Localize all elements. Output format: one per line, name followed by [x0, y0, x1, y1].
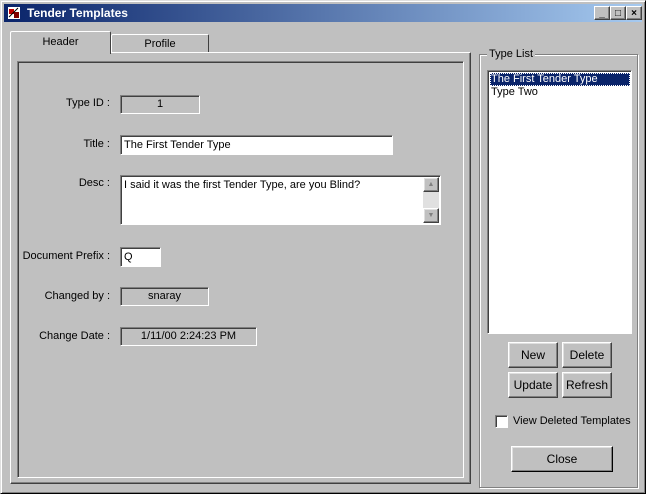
header-panel [17, 61, 464, 478]
type-id-label: Type ID : [65, 97, 110, 109]
tab-profile-label: Profile [144, 38, 176, 50]
tab-header-label: Header [42, 36, 79, 48]
title-label: Title : [83, 138, 111, 150]
tender-templates-window: Tender Templates _ □ × Header Profile Ty… [0, 0, 646, 494]
scroll-up-icon[interactable]: ▲ [423, 177, 439, 192]
list-item[interactable]: Type Two [490, 86, 630, 99]
tab-profile[interactable]: Profile [111, 34, 209, 52]
list-item[interactable]: The First Tender Type [490, 73, 630, 86]
maximize-icon: □ [614, 8, 622, 19]
close-window-button[interactable]: × [626, 6, 642, 20]
delete-button[interactable]: Delete [562, 342, 612, 368]
type-id-field: 1 [120, 95, 200, 114]
app-icon [7, 6, 21, 20]
change-date-field: 1/11/00 2:24:23 PM [120, 327, 257, 346]
minimize-button[interactable]: _ [594, 6, 610, 20]
desc-label: Desc : [78, 177, 110, 189]
type-list-label: Type List [487, 48, 536, 60]
refresh-button[interactable]: Refresh [562, 372, 612, 398]
minimize-icon: _ [599, 8, 605, 19]
view-deleted-checkbox[interactable] [495, 415, 508, 428]
document-prefix-label: Document Prefix : [22, 250, 110, 262]
scroll-down-icon[interactable]: ▼ [423, 208, 439, 223]
window-title: Tender Templates [27, 6, 128, 20]
desc-textarea[interactable]: I said it was the first Tender Type, are… [120, 175, 441, 225]
view-deleted-label[interactable]: View Deleted Templates [513, 415, 631, 427]
desc-scrollbar[interactable]: ▲ ▼ [423, 177, 439, 223]
maximize-button[interactable]: □ [610, 6, 626, 20]
desc-text: I said it was the first Tender Type, are… [124, 179, 361, 191]
close-icon: × [631, 8, 637, 19]
type-list-box[interactable]: The First Tender Type Type Two [487, 70, 632, 334]
update-button[interactable]: Update [508, 372, 558, 398]
change-date-label: Change Date : [39, 330, 110, 342]
tab-header[interactable]: Header [10, 31, 111, 54]
changed-by-label: Changed by : [44, 290, 110, 302]
title-input[interactable]: The First Tender Type [120, 135, 393, 155]
changed-by-field: snaray [120, 287, 209, 306]
new-button[interactable]: New [508, 342, 558, 368]
document-prefix-input[interactable]: Q [120, 247, 161, 267]
close-button[interactable]: Close [511, 446, 613, 472]
title-bar[interactable]: Tender Templates _ □ × [4, 4, 642, 22]
